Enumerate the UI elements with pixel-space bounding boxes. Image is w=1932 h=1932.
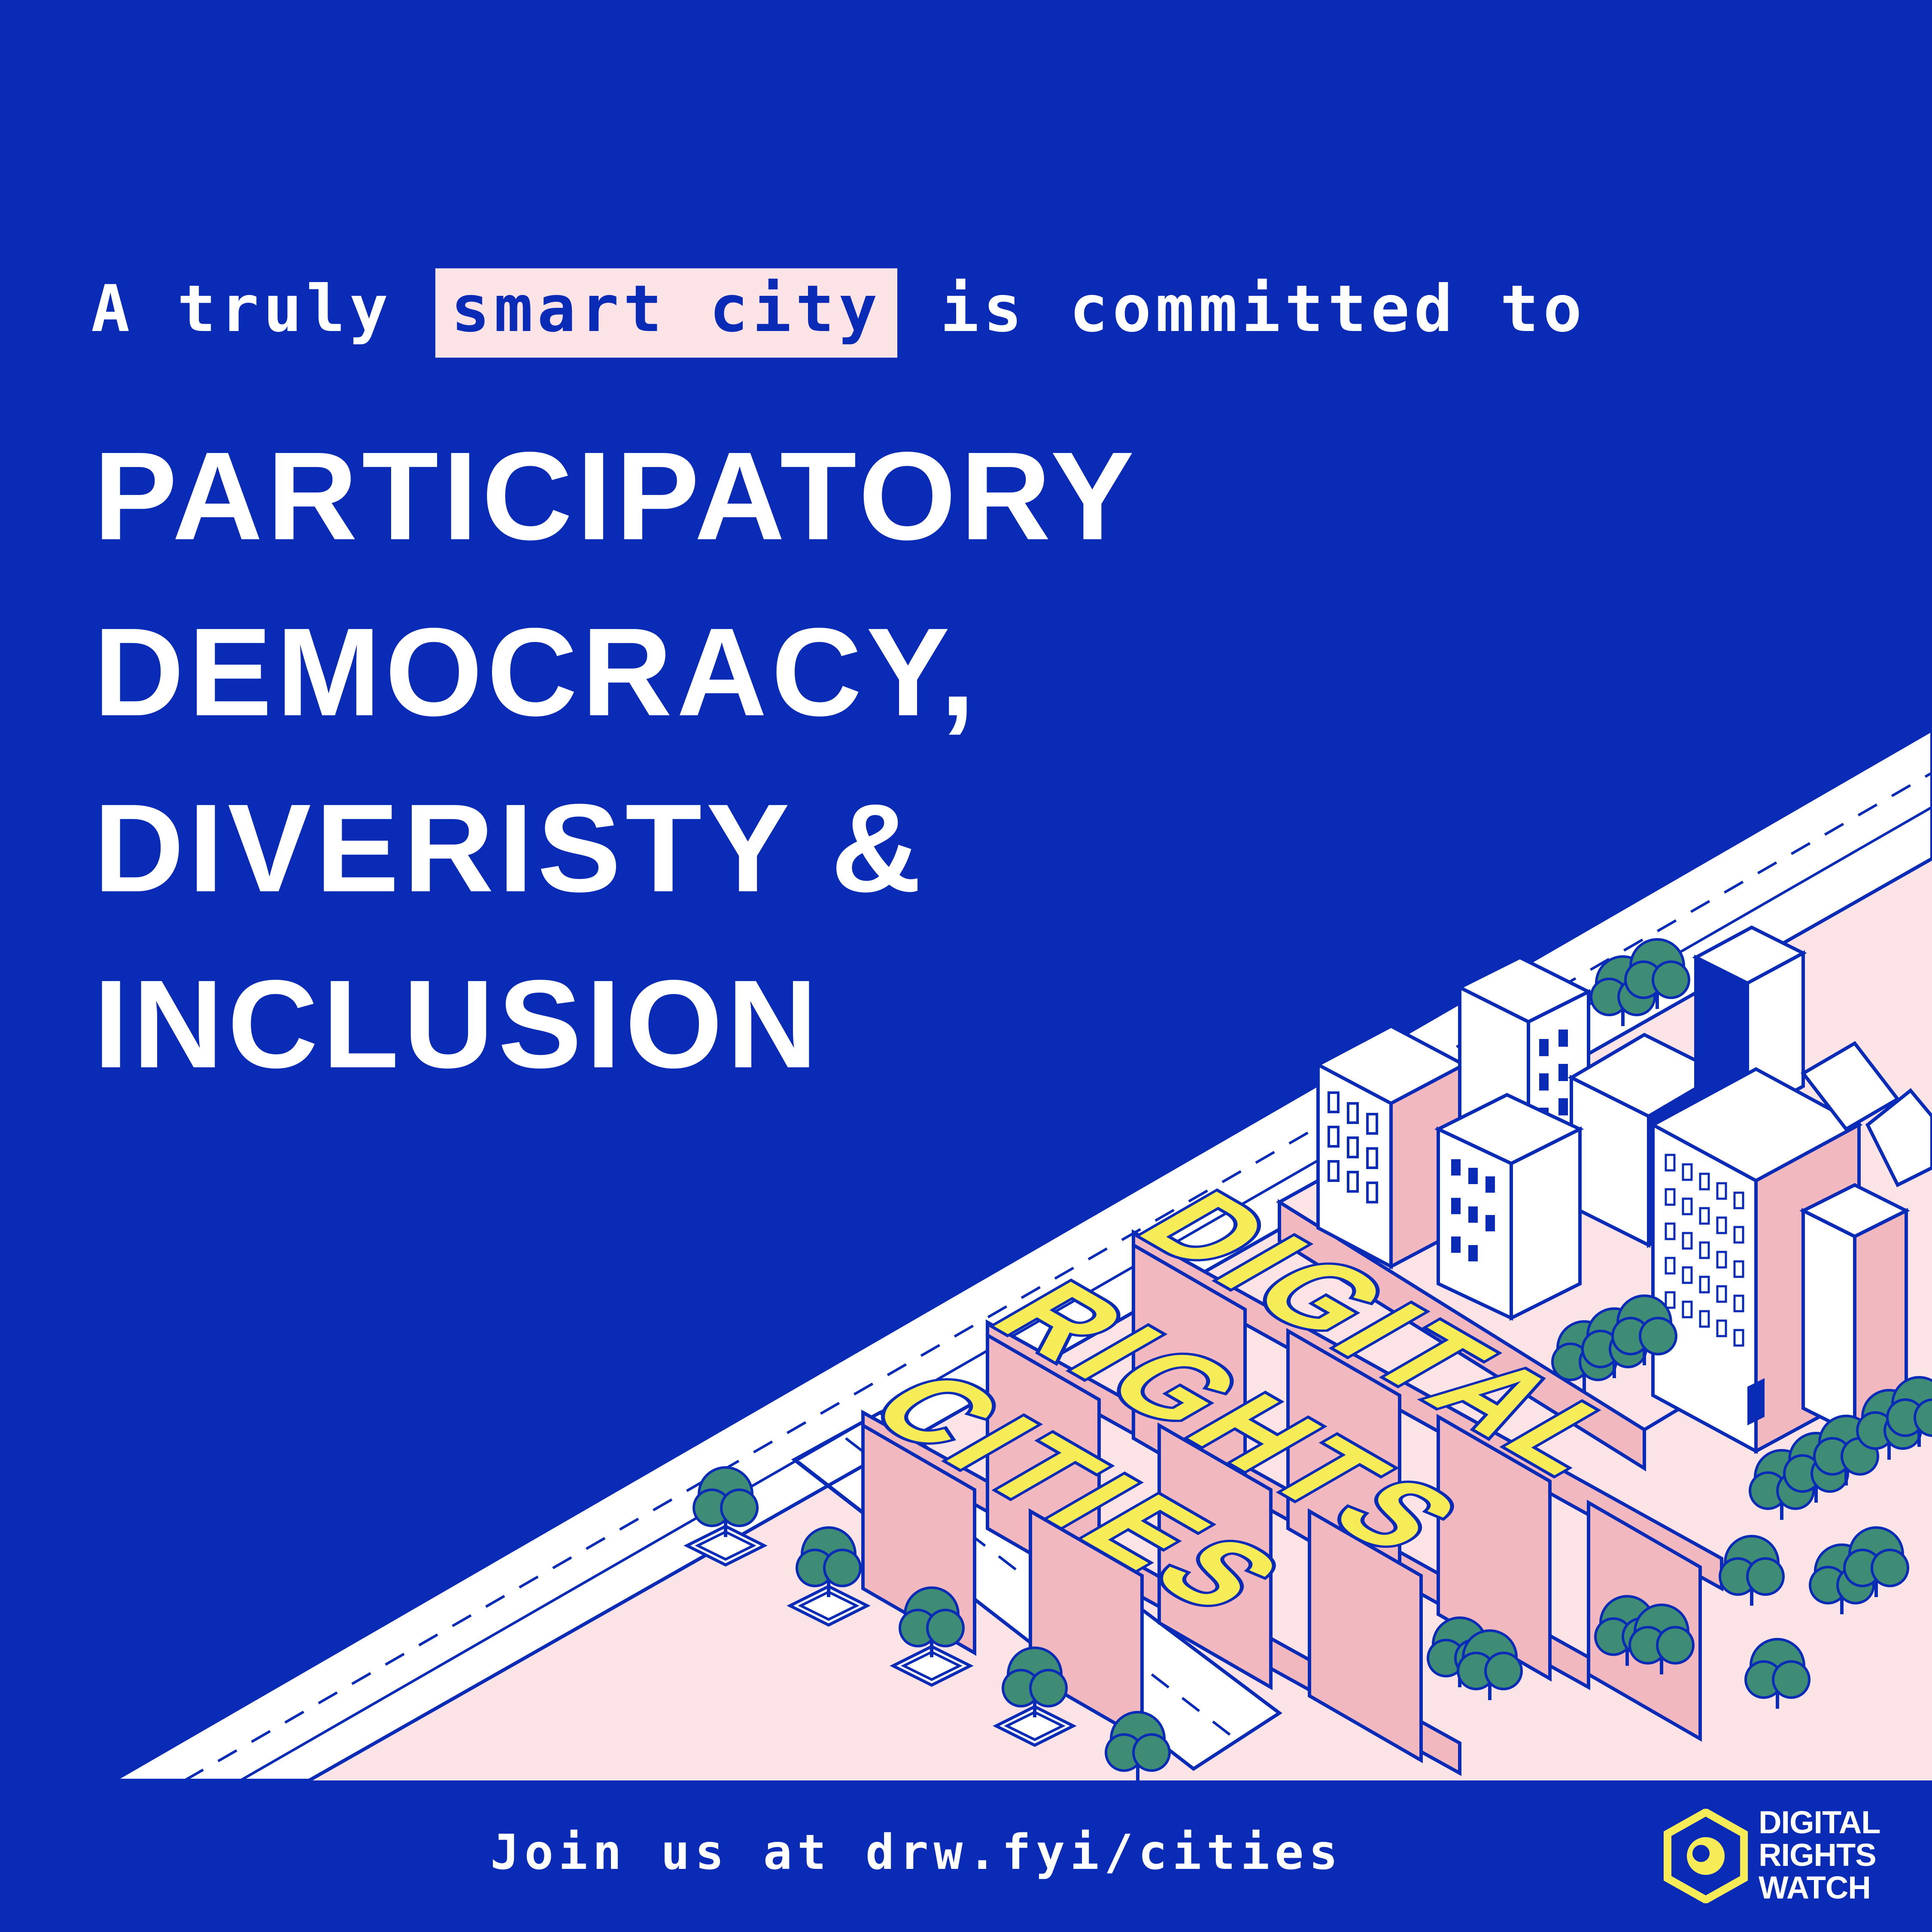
intro-after: is committed to: [940, 272, 1586, 346]
intro-before: A truly: [91, 272, 393, 346]
logo-line-1: DIGITAL: [1759, 1804, 1880, 1840]
footer-cta: Join us at drw.fyi/cities: [490, 1825, 1343, 1880]
intro-highlight: smart city: [435, 268, 897, 358]
headline-line-2: DEMOCRACY,: [94, 602, 980, 742]
logo-wordmark: DIGITAL RIGHTS WATCH: [1759, 1806, 1880, 1904]
headline-line-3: DIVERISTY &: [94, 778, 926, 918]
headline-line-1: PARTICIPATORY: [94, 426, 1139, 566]
eye-hexagon-icon: [1664, 1809, 1748, 1903]
headline-line-4: INCLUSION: [94, 954, 822, 1094]
logo-line-3: WATCH: [1759, 1870, 1871, 1905]
logo-line-2: RIGHTS: [1759, 1837, 1877, 1873]
intro-line: A truly smart city is committed to: [91, 266, 1586, 358]
logo: DIGITAL RIGHTS WATCH: [1662, 1801, 1919, 1913]
poster: DIGITAL RIGHTS CITIES A truly smart city…: [0, 0, 1932, 1932]
headline: PARTICIPATORY DEMOCRACY, DIVERISTY & INC…: [94, 408, 1139, 1112]
